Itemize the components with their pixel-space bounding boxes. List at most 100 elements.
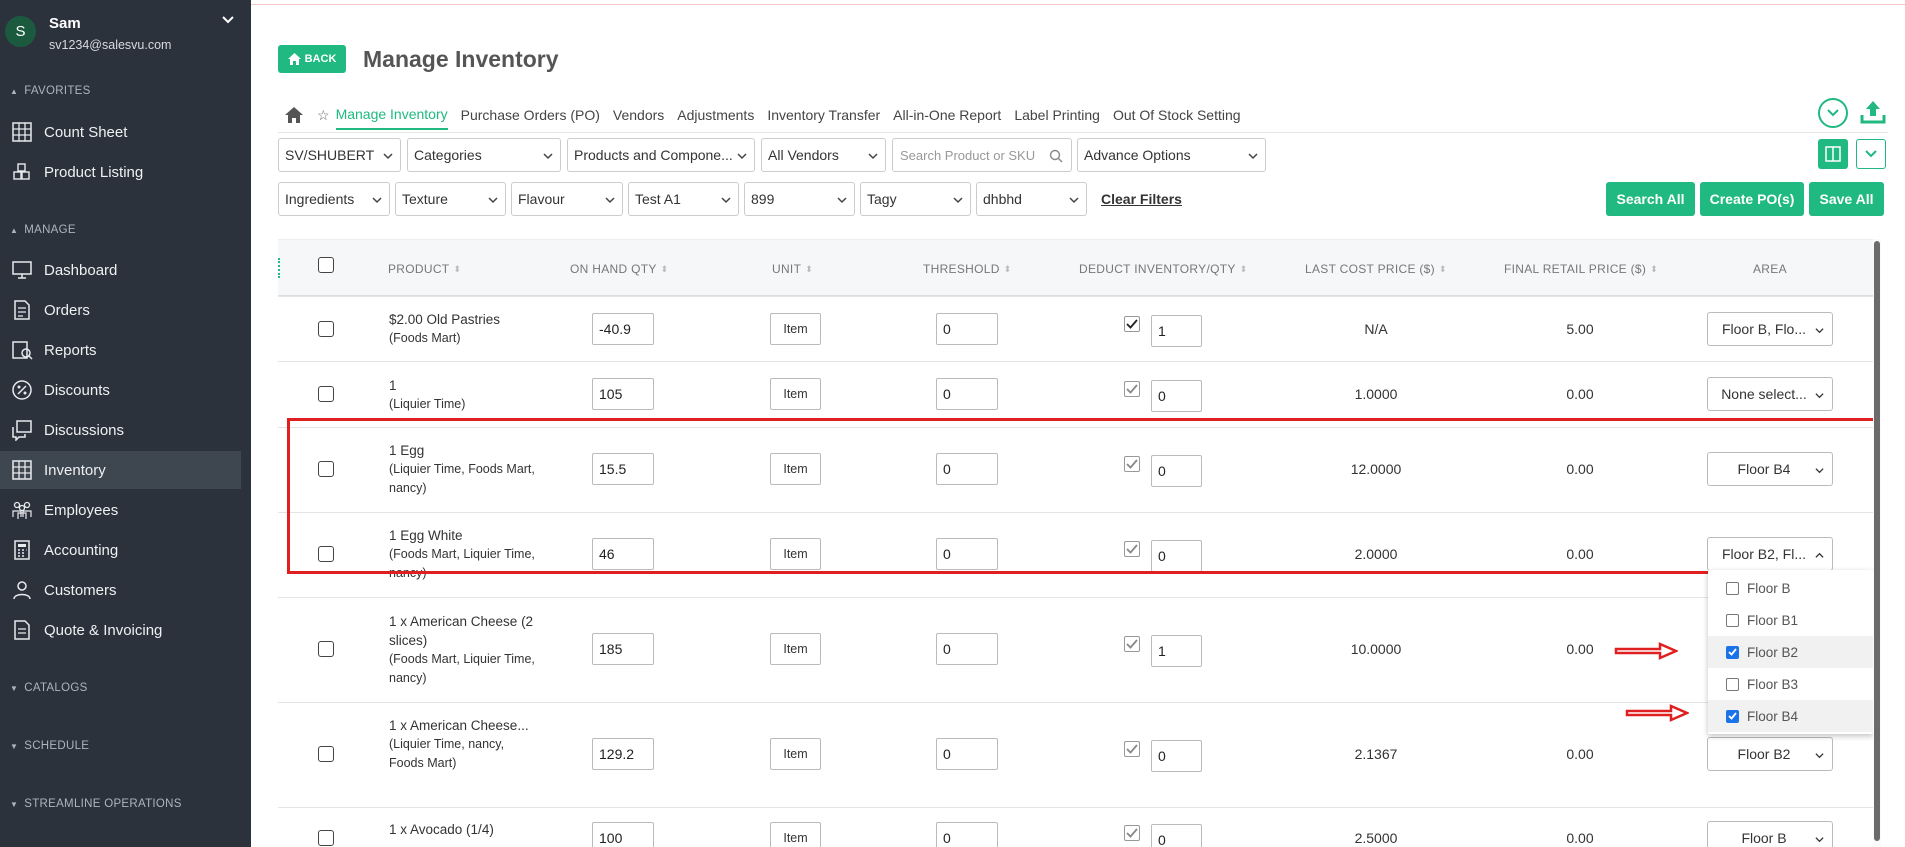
area-option[interactable]: Floor B3 <box>1708 668 1873 700</box>
tab-adjustments[interactable]: Adjustments <box>677 100 754 130</box>
product-name[interactable]: 1 (Liquier Time) <box>389 376 539 414</box>
option-checkbox[interactable] <box>1726 677 1739 691</box>
advance-options-select[interactable]: Advance Options <box>1077 138 1266 172</box>
column-product[interactable]: PRODUCT ⬍ <box>388 262 461 276</box>
sidebar-item-product-listing[interactable]: Product Listing <box>0 153 241 191</box>
product-name[interactable]: 1 x American Cheese (2 slices) (Foods Mar… <box>389 612 539 688</box>
899-select[interactable]: 899 <box>744 182 855 216</box>
scrollbar-thumb[interactable] <box>1874 241 1880 841</box>
deduct-checkbox[interactable] <box>1124 381 1140 397</box>
threshold-input[interactable]: 0 <box>936 378 998 410</box>
on-hand-qty-input[interactable]: 105 <box>592 378 654 410</box>
sidebar-item-inventory[interactable]: Inventory <box>0 451 241 489</box>
sidebar-item-dashboard[interactable]: Dashboard <box>0 251 241 289</box>
threshold-input[interactable]: 0 <box>936 738 998 770</box>
catalogs-section[interactable]: ▼ CATALOGS <box>10 682 88 694</box>
tagy-select[interactable]: Tagy <box>860 182 971 216</box>
unit-button[interactable]: Item <box>770 822 821 847</box>
column-threshold[interactable]: THRESHOLD ⬍ <box>923 262 1012 276</box>
area-option[interactable]: Floor B2 <box>1708 636 1873 668</box>
save-all-button[interactable]: Save All <box>1809 182 1884 216</box>
products-components-select[interactable]: Products and Compone... <box>567 138 755 172</box>
option-checkbox[interactable] <box>1726 613 1739 627</box>
categories-select[interactable]: Categories <box>407 138 561 172</box>
deduct-qty-input[interactable]: 1 <box>1151 635 1202 667</box>
area-select[interactable]: Floor B <box>1707 821 1833 847</box>
option-checkbox[interactable] <box>1726 581 1739 595</box>
sidebar-item-accounting[interactable]: Accounting <box>0 531 241 569</box>
flavour-select[interactable]: Flavour <box>511 182 623 216</box>
sidebar-item-reports[interactable]: Reports <box>0 331 241 369</box>
sidebar-item-discussions[interactable]: Discussions <box>0 411 241 449</box>
collapse-button[interactable] <box>1818 98 1848 128</box>
row-checkbox[interactable] <box>318 386 334 402</box>
product-name[interactable]: 1 x Avocado (1/4) <box>389 820 539 839</box>
row-checkbox[interactable] <box>318 830 334 846</box>
deduct-checkbox[interactable] <box>1124 741 1140 757</box>
resize-handle[interactable] <box>278 258 280 278</box>
home-icon[interactable] <box>285 100 303 130</box>
threshold-input[interactable]: 0 <box>936 633 998 665</box>
upload-icon[interactable] <box>1860 99 1886 130</box>
ingredients-select[interactable]: Ingredients <box>278 182 390 216</box>
tab-manage-inventory[interactable]: Manage Inventory <box>335 100 448 130</box>
schedule-section[interactable]: ▼ SCHEDULE <box>10 740 89 752</box>
streamline-section[interactable]: ▼ STREAMLINE OPERATIONS <box>10 798 182 810</box>
on-hand-qty-input[interactable]: 129.2 <box>592 738 654 770</box>
product-name[interactable]: $2.00 Old Pastries (Foods Mart) <box>389 310 539 348</box>
on-hand-qty-input[interactable]: 185 <box>592 633 654 665</box>
threshold-input[interactable]: 0 <box>936 313 998 345</box>
column-final-retail[interactable]: FINAL RETAIL PRICE ($) ⬍ <box>1504 262 1658 276</box>
clear-filters-link[interactable]: Clear Filters <box>1101 191 1182 207</box>
deduct-checkbox[interactable] <box>1124 825 1140 841</box>
search-all-button[interactable]: Search All <box>1606 182 1695 216</box>
sidebar-item-customers[interactable]: Customers <box>0 571 241 609</box>
vendors-select[interactable]: All Vendors <box>761 138 886 172</box>
deduct-qty-input[interactable]: 1 <box>1151 315 1202 347</box>
area-option[interactable]: Floor B1 <box>1708 604 1873 636</box>
test-a1-select[interactable]: Test A1 <box>628 182 739 216</box>
tab-vendors[interactable]: Vendors <box>613 100 664 130</box>
deduct-qty-input[interactable]: 0 <box>1151 740 1202 772</box>
sidebar-item-orders[interactable]: Orders <box>0 291 241 329</box>
store-select[interactable]: SV/SHUBERT <box>278 138 401 172</box>
texture-select[interactable]: Texture <box>395 182 506 216</box>
option-checkbox[interactable] <box>1726 709 1739 723</box>
on-hand-qty-input[interactable]: 100 <box>592 822 654 847</box>
deduct-qty-input[interactable]: 0 <box>1151 824 1202 847</box>
columns-button[interactable] <box>1818 139 1848 169</box>
tab-purchase-orders[interactable]: Purchase Orders (PO) <box>461 100 600 130</box>
select-all-checkbox[interactable] <box>318 257 334 273</box>
unit-button[interactable]: Item <box>770 313 821 345</box>
option-checkbox[interactable] <box>1726 645 1739 659</box>
area-select[interactable]: Floor B2 <box>1707 737 1833 771</box>
column-last-cost[interactable]: LAST COST PRICE ($) ⬍ <box>1305 262 1447 276</box>
row-checkbox[interactable] <box>318 746 334 762</box>
unit-button[interactable]: Item <box>770 378 821 410</box>
star-icon[interactable]: ☆ <box>317 100 330 130</box>
chevron-down-icon[interactable] <box>222 14 234 26</box>
unit-button[interactable]: Item <box>770 633 821 665</box>
deduct-qty-input[interactable]: 0 <box>1151 380 1202 412</box>
create-po-button[interactable]: Create PO(s) <box>1700 182 1804 216</box>
area-select[interactable]: Floor B, Flo... <box>1707 312 1833 346</box>
tab-all-in-one-report[interactable]: All-in-One Report <box>893 100 1001 130</box>
manage-section[interactable]: ▲ MANAGE <box>10 224 76 236</box>
search-input[interactable]: Search Product or SKU <box>892 138 1072 172</box>
column-deduct[interactable]: DEDUCT INVENTORY/QTY ⬍ <box>1079 262 1248 276</box>
area-option[interactable]: Floor B4 <box>1708 700 1873 732</box>
sidebar-item-discounts[interactable]: Discounts <box>0 371 241 409</box>
tab-out-of-stock-setting[interactable]: Out Of Stock Setting <box>1113 100 1241 130</box>
dhbhd-select[interactable]: dhbhd <box>976 182 1087 216</box>
on-hand-qty-input[interactable]: -40.9 <box>592 313 654 345</box>
back-button[interactable]: BACK <box>278 45 346 73</box>
tab-label-printing[interactable]: Label Printing <box>1014 100 1100 130</box>
deduct-checkbox[interactable] <box>1124 636 1140 652</box>
deduct-checkbox[interactable] <box>1124 316 1140 332</box>
more-button[interactable] <box>1856 139 1886 169</box>
product-name[interactable]: 1 x American Cheese... (Liquier Time, nan… <box>389 716 539 773</box>
row-checkbox[interactable] <box>318 321 334 337</box>
row-checkbox[interactable] <box>318 641 334 657</box>
threshold-input[interactable]: 0 <box>936 822 998 847</box>
tab-inventory-transfer[interactable]: Inventory Transfer <box>767 100 880 130</box>
